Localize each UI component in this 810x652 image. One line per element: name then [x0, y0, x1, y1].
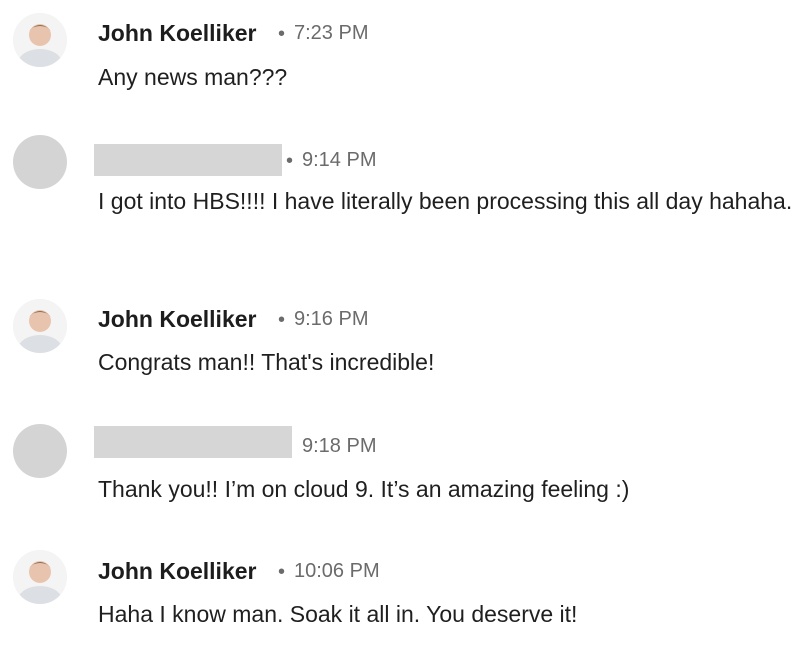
separator-dot: • [278, 23, 286, 45]
separator-dot: • [278, 561, 286, 583]
person-icon [13, 13, 67, 67]
sender-name[interactable]: John Koelliker [98, 20, 256, 47]
timestamp: 9:18 PM [302, 435, 377, 457]
message-text: Any news man??? [98, 64, 288, 90]
profile-photo-avatar[interactable] [13, 299, 67, 353]
person-icon [13, 550, 67, 604]
person-icon [13, 299, 67, 353]
profile-photo-avatar[interactable] [13, 13, 67, 67]
profile-photo-avatar[interactable] [13, 550, 67, 604]
separator-dot: • [286, 150, 294, 172]
timestamp: 9:16 PM [294, 308, 369, 330]
message-text: I got into HBS!!!! I have literally been… [98, 188, 793, 214]
redacted-sender-name [94, 426, 292, 458]
timestamp: 7:23 PM [294, 22, 369, 44]
blank-avatar[interactable] [13, 424, 67, 478]
message-text: Congrats man!! That's incredible! [98, 349, 435, 375]
timestamp: 10:06 PM [294, 560, 380, 582]
timestamp: 9:14 PM [302, 149, 377, 171]
message-text: Thank you!! I’m on cloud 9. It’s an amaz… [98, 476, 630, 502]
sender-name[interactable]: John Koelliker [98, 306, 256, 333]
blank-avatar[interactable] [13, 135, 67, 189]
sender-name[interactable]: John Koelliker [98, 558, 256, 585]
message-text: Haha I know man. Soak it all in. You des… [98, 601, 578, 627]
redacted-sender-name [94, 144, 282, 176]
separator-dot: • [278, 309, 286, 331]
